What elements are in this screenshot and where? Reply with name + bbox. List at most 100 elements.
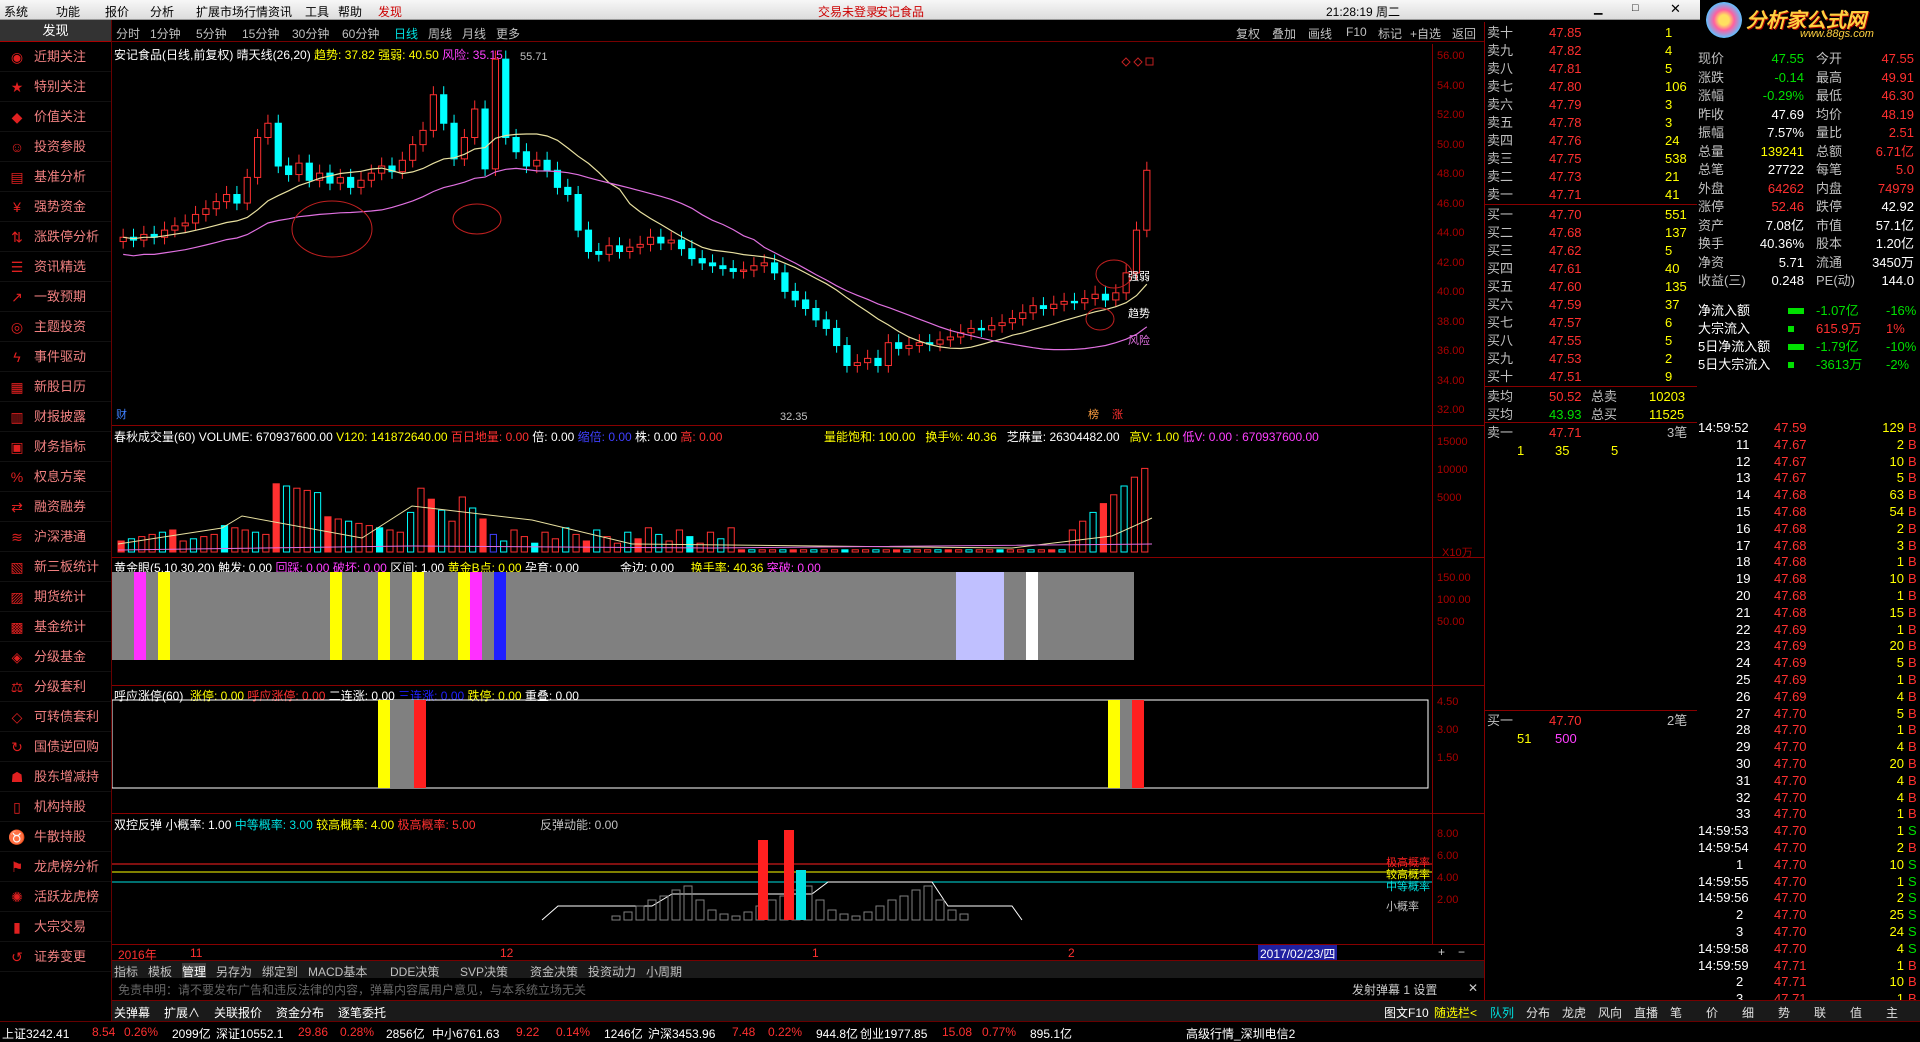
- right-tab[interactable]: 笔: [1670, 1004, 1682, 1021]
- tick-row[interactable]: 23 47.69 20 B: [1696, 638, 1920, 654]
- right-tab[interactable]: 势: [1778, 1004, 1790, 1021]
- order-row[interactable]: 卖十 47.85 1: [1485, 24, 1697, 41]
- tick-row[interactable]: 14:59:58 47.70 4 S: [1696, 941, 1920, 957]
- danmaku-send[interactable]: 发射弹幕 1 设置: [1352, 981, 1437, 998]
- menu-ext-market[interactable]: 扩展市场行情: [196, 3, 268, 20]
- order-row[interactable]: 买四 47.61 40: [1485, 260, 1697, 277]
- login-status[interactable]: 交易未登录: [818, 3, 878, 20]
- order-row[interactable]: 卖五 47.78 3: [1485, 114, 1697, 131]
- close-icon[interactable]: ✕: [1670, 1, 1681, 17]
- sidebar-item[interactable]: ↗ 一致预期: [0, 282, 111, 312]
- right-tab[interactable]: 主: [1886, 1004, 1898, 1021]
- draw-button[interactable]: 画线: [1308, 25, 1332, 42]
- tick-row[interactable]: 33 47.70 1 B: [1696, 806, 1920, 822]
- menu-tools[interactable]: 工具: [305, 3, 329, 20]
- tick-row[interactable]: 14:59:55 47.70 1 S: [1696, 874, 1920, 890]
- order-row[interactable]: 1 35 5: [1485, 442, 1697, 459]
- menu-news[interactable]: 资讯: [268, 3, 292, 20]
- tick-row[interactable]: 21 47.68 15 B: [1696, 605, 1920, 621]
- sidebar-item[interactable]: % 权息方案: [0, 462, 111, 492]
- tick-row[interactable]: 31 47.70 4 B: [1696, 773, 1920, 789]
- tabstrip-right-button[interactable]: 图文F10: [1384, 1004, 1429, 1021]
- sidebar-item[interactable]: ☗ 股东增减持: [0, 762, 111, 792]
- menu-system[interactable]: 系统: [4, 3, 28, 20]
- sidebar-item[interactable]: ☰ 资讯精选: [0, 252, 111, 282]
- tick-row[interactable]: 14 47.68 63 B: [1696, 487, 1920, 503]
- order-row[interactable]: 买三 47.62 5: [1485, 242, 1697, 259]
- right-tab[interactable]: 风向: [1598, 1004, 1622, 1021]
- tick-row[interactable]: 30 47.70 20 B: [1696, 756, 1920, 772]
- sidebar-item[interactable]: ▣ 财务指标: [0, 432, 111, 462]
- order-row[interactable]: 买一 47.70 551: [1485, 206, 1697, 223]
- tick-row[interactable]: 24 47.69 5 B: [1696, 655, 1920, 671]
- order-row[interactable]: 卖二 47.73 21: [1485, 168, 1697, 185]
- sidebar-item[interactable]: ↺ 证券变更: [0, 942, 111, 972]
- tick-row[interactable]: 25 47.69 1 B: [1696, 672, 1920, 688]
- sidebar-item[interactable]: ⇅ 涨跌停分析: [0, 222, 111, 252]
- order-row[interactable]: 卖一 47.71 3笔: [1485, 424, 1697, 441]
- tick-row[interactable]: 32 47.70 4 B: [1696, 790, 1920, 806]
- menu-help[interactable]: 帮助: [338, 3, 362, 20]
- response-chart[interactable]: [112, 686, 1432, 814]
- period-tab[interactable]: 周线: [428, 25, 452, 42]
- tick-row[interactable]: 11 47.67 2 B: [1696, 437, 1920, 453]
- tabstrip-button[interactable]: 资金分布: [276, 1004, 324, 1021]
- sidebar-item[interactable]: ◆ 价值关注: [0, 102, 111, 132]
- period-tab[interactable]: 15分钟: [242, 25, 279, 42]
- danmaku-input[interactable]: 免责申明：请不要发布广告和违反法律的内容，弹幕内容属用户意见，与本系统立场无关: [118, 981, 586, 998]
- sidebar-item[interactable]: ↻ 国债逆回购: [0, 732, 111, 762]
- period-tab[interactable]: 分时: [116, 25, 140, 42]
- sidebar-item[interactable]: ▥ 财报披露: [0, 402, 111, 432]
- sidebar-item[interactable]: ▨ 期货统计: [0, 582, 111, 612]
- period-tab-active[interactable]: 日线: [394, 25, 418, 42]
- sidebar-item[interactable]: ¥ 强势资金: [0, 192, 111, 222]
- tick-row[interactable]: 14:59:59 47.71 1 B: [1696, 958, 1920, 974]
- sidebar-item[interactable]: ◈ 分级基金: [0, 642, 111, 672]
- response-limit-panel[interactable]: 呼应涨停(60) 涨停: 0.00 呼应涨停: 0.00 二连涨: 0.00 三…: [112, 686, 1484, 814]
- right-tab[interactable]: 联: [1814, 1004, 1826, 1021]
- zx-index[interactable]: 中小6761.63: [432, 1025, 499, 1042]
- order-row[interactable]: 买五 47.60 135: [1485, 278, 1697, 295]
- menu-quote[interactable]: 报价: [105, 3, 129, 20]
- period-tab[interactable]: 30分钟: [292, 25, 329, 42]
- period-tab[interactable]: 1分钟: [150, 25, 181, 42]
- cy-index[interactable]: 创业1977.85: [860, 1025, 927, 1042]
- sidebar-item[interactable]: ⇄ 融资融券: [0, 492, 111, 522]
- order-row[interactable]: 卖八 47.81 5: [1485, 60, 1697, 77]
- order-row[interactable]: 买十 47.51 9: [1485, 368, 1697, 385]
- tick-row[interactable]: 18 47.68 1 B: [1696, 554, 1920, 570]
- tick-row[interactable]: 29 47.70 4 B: [1696, 739, 1920, 755]
- sidebar-item[interactable]: ★ 特别关注: [0, 72, 111, 102]
- tick-row[interactable]: 14:59:52 47.59 129 B: [1696, 420, 1920, 436]
- sidebar-item[interactable]: ⚑ 龙虎榜分析: [0, 852, 111, 882]
- tabstrip-button[interactable]: 扩展∧: [164, 1004, 200, 1021]
- zoom-in-icon[interactable]: +: [1438, 945, 1445, 959]
- order-row[interactable]: 买九 47.53 2: [1485, 350, 1697, 367]
- order-row[interactable]: 卖四 47.76 24: [1485, 132, 1697, 149]
- back-button[interactable]: 返回: [1452, 25, 1476, 42]
- maximize-icon[interactable]: □: [1632, 2, 1639, 14]
- order-row[interactable]: 买六 47.59 37: [1485, 296, 1697, 313]
- sidebar-item[interactable]: ▧ 新三板统计: [0, 552, 111, 582]
- order-row[interactable]: 卖九 47.82 4: [1485, 42, 1697, 59]
- sidebar-item[interactable]: ▮ 大宗交易: [0, 912, 111, 942]
- order-row[interactable]: 卖均 50.52 总卖 10203: [1485, 388, 1697, 405]
- tick-row[interactable]: 28 47.70 1 B: [1696, 722, 1920, 738]
- sidebar-item[interactable]: ⚖ 分级套利: [0, 672, 111, 702]
- volume-chart[interactable]: [112, 426, 1432, 558]
- sz-index[interactable]: 深证10552.1: [216, 1025, 283, 1042]
- period-more[interactable]: 更多: [496, 25, 520, 42]
- tabstrip-button[interactable]: 关弹幕: [114, 1004, 150, 1021]
- sidebar-item[interactable]: ◎ 主题投资: [0, 312, 111, 342]
- tick-row[interactable]: 26 47.69 4 B: [1696, 689, 1920, 705]
- tick-row[interactable]: 2 47.71 10 B: [1696, 974, 1920, 990]
- right-tab[interactable]: 龙虎: [1562, 1004, 1586, 1021]
- tick-row[interactable]: 19 47.68 10 B: [1696, 571, 1920, 587]
- right-tab[interactable]: 细: [1742, 1004, 1754, 1021]
- order-row[interactable]: 卖三 47.75 538: [1485, 150, 1697, 167]
- sidebar-item[interactable]: ☺ 投资参股: [0, 132, 111, 162]
- sidebar-item[interactable]: ◉ 近期关注: [0, 42, 111, 72]
- menu-discover[interactable]: 发现: [378, 3, 402, 20]
- tick-row[interactable]: 14:59:53 47.70 1 S: [1696, 823, 1920, 839]
- sidebar-item[interactable]: ≋ 沪深港通: [0, 522, 111, 552]
